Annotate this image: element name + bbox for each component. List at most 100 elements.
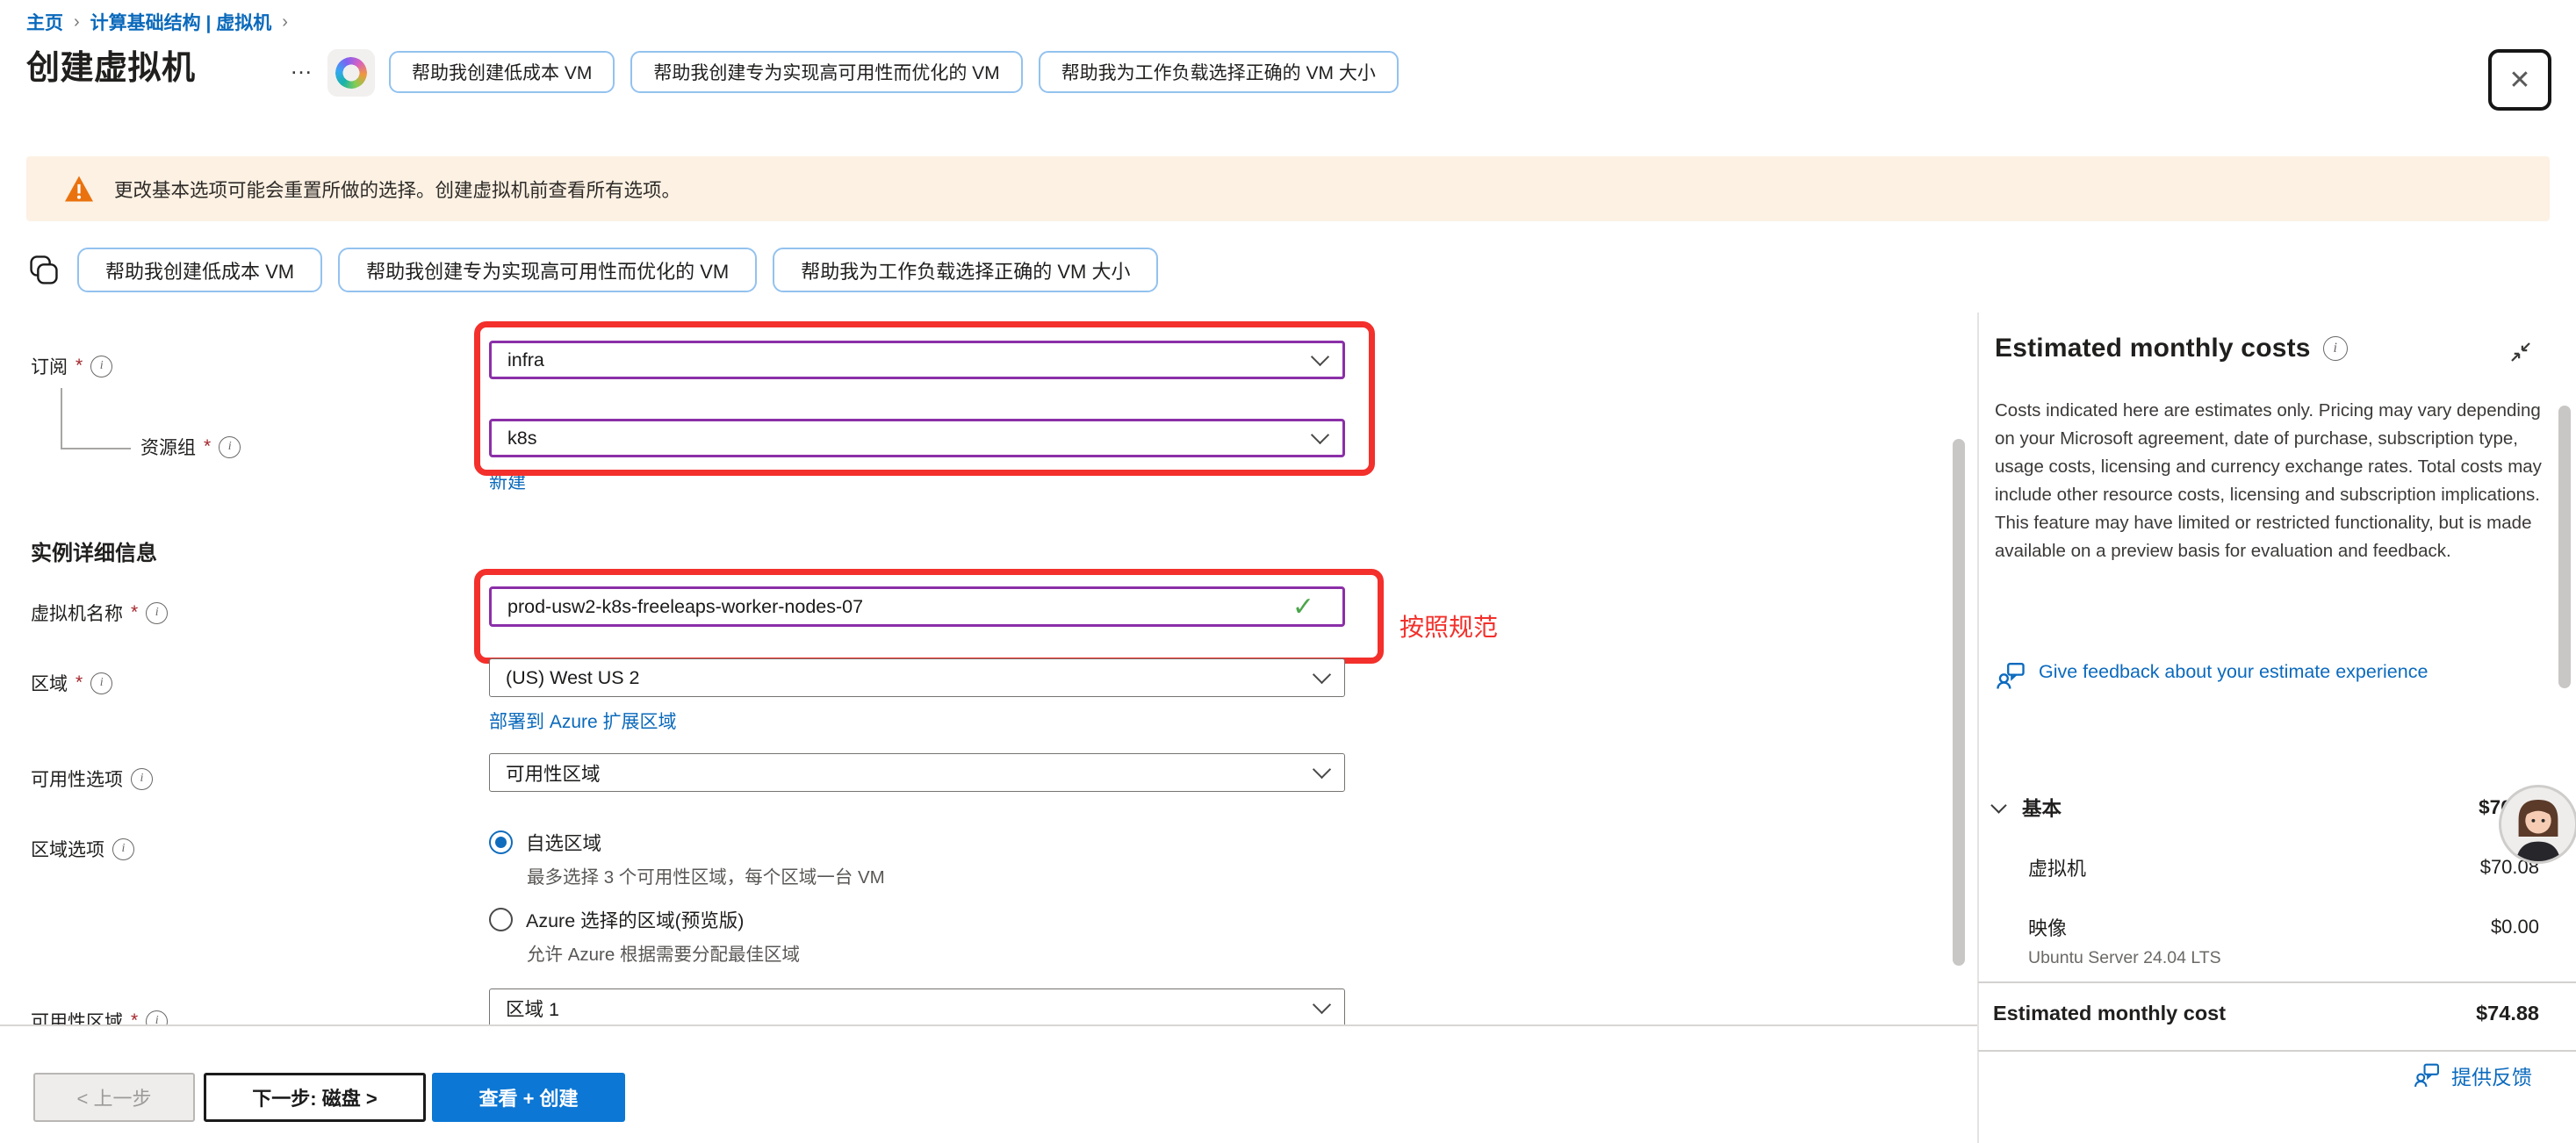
- availability-zone-select[interactable]: 区域 1: [489, 988, 1345, 1024]
- chevron-down-icon[interactable]: [1990, 797, 2006, 813]
- resource-group-label: 资源组* i: [140, 434, 241, 460]
- cost-image-sub: Ubuntu Server 24.04 LTS: [2028, 948, 2221, 968]
- close-button[interactable]: ✕: [2488, 49, 2551, 111]
- chevron-down-icon: [1313, 665, 1331, 684]
- estimate-feedback-link[interactable]: Give feedback about your estimate experi…: [1995, 660, 2522, 692]
- assistant-avatar[interactable]: [2499, 785, 2576, 864]
- radio-unselected-icon[interactable]: [489, 908, 513, 931]
- suggestion-low-cost-vm[interactable]: 帮助我创建低成本 VM: [77, 248, 322, 292]
- costs-disclaimer: Costs indicated here are estimates only.…: [1995, 397, 2548, 565]
- availability-options-label: 可用性选项 i: [31, 766, 153, 792]
- info-icon[interactable]: i: [90, 672, 112, 694]
- region-select[interactable]: (US) West US 2: [489, 658, 1345, 697]
- feedback-icon: [1995, 660, 2026, 692]
- suggestion-right-vm-size[interactable]: 帮助我为工作负载选择正确的 VM 大小: [773, 248, 1158, 292]
- panel-divider-line: [1978, 1050, 2576, 1052]
- warning-icon: [63, 175, 95, 203]
- region-value: (US) West US 2: [506, 667, 1315, 689]
- info-icon[interactable]: i: [219, 436, 241, 458]
- suggestion-low-cost-vm[interactable]: 帮助我创建低成本 VM: [389, 51, 615, 93]
- cost-row-vm: 虚拟机 $70.08: [1993, 850, 2539, 885]
- resource-group-value: k8s: [507, 428, 1313, 449]
- page-title: 创建虚拟机: [26, 40, 196, 89]
- suggestion-high-availability-vm[interactable]: 帮助我创建专为实现高可用性而优化的 VM: [338, 248, 757, 292]
- new-resource-group-link[interactable]: 新建: [489, 468, 526, 494]
- total-cost-label: Estimated monthly cost: [1993, 1002, 2226, 1025]
- warning-banner: 更改基本选项可能会重置所做的选择。创建虚拟机前查看所有选项。: [26, 156, 2550, 221]
- costs-panel-title-row: Estimated monthly costs i: [1995, 334, 2348, 363]
- instance-details-heading: 实例详细信息: [31, 536, 157, 566]
- collapse-panel-icon[interactable]: [2508, 339, 2534, 365]
- availability-options-select[interactable]: 可用性区域: [489, 753, 1345, 792]
- subscription-label: 订阅* i: [31, 353, 112, 379]
- previous-button[interactable]: < 上一步: [33, 1073, 195, 1122]
- avatar-illustration-icon: [2501, 787, 2575, 861]
- chevron-down-icon: [1311, 426, 1329, 444]
- availability-zone-value: 区域 1: [506, 995, 1315, 1022]
- copilot-button[interactable]: [327, 49, 375, 97]
- radio-selected-icon[interactable]: [489, 830, 513, 854]
- feedback-icon: [2413, 1061, 2441, 1089]
- create-vm-page: 主页 › 计算基础结构 | 虚拟机 › 创建虚拟机 … 帮助我创建低成本 VM …: [0, 0, 2576, 1143]
- panel-divider: [1977, 313, 1979, 1143]
- deploy-extended-zone-link[interactable]: 部署到 Azure 扩展区域: [489, 708, 677, 734]
- basics-form: 订阅* i infra 资源组* i k8s 新建 实例详细信息 虚拟机名称* …: [0, 307, 1958, 1024]
- breadcrumb-sep-icon: ›: [282, 12, 288, 32]
- breadcrumb: 主页 › 计算基础结构 | 虚拟机 ›: [26, 9, 288, 35]
- cost-row-total: Estimated monthly cost $74.88: [1993, 994, 2539, 1032]
- breadcrumb-home[interactable]: 主页: [26, 9, 63, 35]
- vm-name-input[interactable]: prod-usw2-k8s-freeleaps-worker-nodes-07 …: [489, 586, 1345, 627]
- next-disks-button[interactable]: 下一步: 磁盘 >: [204, 1073, 426, 1122]
- vm-name-value: prod-usw2-k8s-freeleaps-worker-nodes-07: [507, 596, 1292, 618]
- feedback-link-text: Give feedback about your estimate experi…: [2039, 660, 2428, 692]
- panel-divider-line: [1978, 981, 2576, 983]
- subscription-value: infra: [507, 349, 1313, 371]
- more-options-button[interactable]: …: [290, 53, 314, 80]
- zone-option2-label: Azure 选择的区域(预览版): [526, 906, 744, 933]
- resource-group-select[interactable]: k8s: [489, 419, 1345, 457]
- vm-name-label: 虚拟机名称* i: [31, 600, 168, 626]
- tree-connector: [61, 388, 62, 449]
- cost-vm-label: 虚拟机: [2028, 853, 2086, 881]
- info-icon[interactable]: i: [112, 838, 134, 860]
- warning-text: 更改基本选项可能会重置所做的选择。创建虚拟机前查看所有选项。: [114, 176, 680, 203]
- copilot-outline-icon: [26, 253, 61, 288]
- costs-panel-title: Estimated monthly costs: [1995, 334, 2311, 363]
- chevron-down-icon: [1313, 996, 1331, 1014]
- subscription-select[interactable]: infra: [489, 341, 1345, 379]
- cost-group-basic: 基本 $70.08: [1993, 788, 2539, 827]
- info-icon[interactable]: i: [2323, 336, 2348, 361]
- zone-option-self-select[interactable]: 自选区域: [489, 829, 601, 856]
- zone-option2-desc: 允许 Azure 根据需要分配最佳区域: [527, 939, 800, 966]
- cost-image-amount: $0.00: [2491, 916, 2539, 938]
- chevron-down-icon: [1311, 348, 1329, 366]
- availability-options-value: 可用性区域: [506, 759, 1315, 787]
- suggestion-right-vm-size[interactable]: 帮助我为工作负载选择正确的 VM 大小: [1039, 51, 1399, 93]
- provide-feedback-text: 提供反馈: [2451, 1060, 2532, 1090]
- total-cost-amount: $74.88: [2476, 1002, 2539, 1025]
- copilot-suggestions-header: 帮助我创建低成本 VM 帮助我创建专为实现高可用性而优化的 VM 帮助我为工作负…: [389, 51, 1399, 93]
- cost-basic-label: 基本: [2022, 794, 2062, 822]
- region-label: 区域* i: [31, 670, 112, 696]
- info-icon[interactable]: i: [146, 1010, 168, 1025]
- provide-feedback-link[interactable]: 提供反馈: [2413, 1060, 2532, 1090]
- zone-option1-desc: 最多选择 3 个可用性区域，每个区域一台 VM: [527, 862, 885, 888]
- suggestion-high-availability-vm[interactable]: 帮助我创建专为实现高可用性而优化的 VM: [630, 51, 1022, 93]
- main-scrollbar[interactable]: [1953, 439, 1965, 966]
- breadcrumb-sep-icon: ›: [74, 12, 80, 32]
- availability-zone-label: 可用性区域* i: [31, 1008, 168, 1024]
- cost-row-image: 映像 $0.00: [1993, 909, 2539, 945]
- annotation-note: 按照规范: [1400, 608, 1498, 643]
- info-icon[interactable]: i: [131, 768, 153, 790]
- panel-scrollbar[interactable]: [2558, 406, 2571, 688]
- copilot-logo-icon: [331, 53, 371, 92]
- review-create-button[interactable]: 查看 + 创建: [432, 1073, 625, 1122]
- close-icon: ✕: [2508, 65, 2530, 96]
- info-icon[interactable]: i: [146, 602, 168, 624]
- cost-image-label: 映像: [2028, 913, 2067, 941]
- breadcrumb-section[interactable]: 计算基础结构 | 虚拟机: [90, 9, 272, 35]
- info-icon[interactable]: i: [90, 356, 112, 377]
- zone-option-azure-select[interactable]: Azure 选择的区域(预览版): [489, 906, 744, 933]
- tree-connector: [61, 448, 131, 449]
- chevron-down-icon: [1313, 760, 1331, 779]
